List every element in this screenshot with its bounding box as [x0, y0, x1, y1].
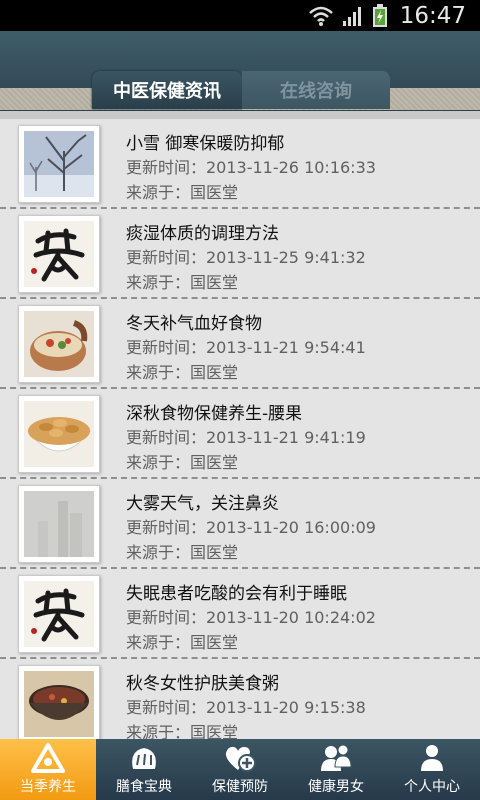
nav-label: 膳食宝典	[116, 779, 172, 795]
cashew-bowl-icon	[24, 401, 94, 467]
nav-seasonal-health[interactable]: 当季养生	[0, 739, 96, 800]
foggy-city-icon	[24, 491, 94, 557]
list-item[interactable]: 冬天补气血好食物 更新时间：2013-11-21 9:54:41 来源于：国医堂	[0, 299, 480, 389]
article-title: 大雾天气，关注鼻炎	[126, 494, 279, 514]
status-icons: 16:47	[308, 0, 466, 31]
article-source: 来源于：国医堂	[126, 723, 239, 739]
article-update-time: 更新时间：2013-11-20 16:00:09	[126, 518, 376, 537]
article-source: 来源于：国医堂	[126, 633, 239, 652]
soup-pot-icon	[24, 311, 94, 377]
article-title: 痰湿体质的调理方法	[126, 224, 279, 244]
article-source: 来源于：国医堂	[126, 453, 239, 472]
article-thumbnail	[18, 395, 100, 473]
list-item[interactable]: 小雪 御寒保暖防抑郁 更新时间：2013-11-26 10:16:33 来源于：…	[0, 119, 480, 209]
article-title: 深秋食物保健养生-腰果	[126, 404, 303, 424]
nav-personal-center[interactable]: 个人中心	[384, 739, 480, 800]
list-item[interactable]: 痰湿体质的调理方法 更新时间：2013-11-25 9:41:32 来源于：国医…	[0, 209, 480, 299]
article-list[interactable]: 小雪 御寒保暖防抑郁 更新时间：2013-11-26 10:16:33 来源于：…	[0, 119, 480, 739]
article-update-time: 更新时间：2013-11-25 9:41:32	[126, 248, 366, 267]
nav-label: 保健预防	[212, 779, 268, 795]
article-update-time: 更新时间：2013-11-21 9:41:19	[126, 428, 366, 447]
couple-icon	[321, 744, 352, 771]
article-thumbnail	[18, 215, 100, 293]
article-title: 秋冬女性护肤美食粥	[126, 674, 279, 694]
article-source: 来源于：国医堂	[126, 273, 239, 292]
nav-health-prevention[interactable]: 保健预防	[192, 739, 288, 800]
article-source: 来源于：国医堂	[126, 543, 239, 562]
snowy-tree-icon	[24, 131, 94, 197]
nav-label: 个人中心	[404, 779, 460, 795]
article-title: 小雪 御寒保暖防抑郁	[126, 134, 285, 154]
person-icon	[421, 745, 443, 771]
status-time: 16:47	[399, 2, 466, 29]
nav-health-men-women[interactable]: 健康男女	[288, 739, 384, 800]
bread-icon	[132, 748, 156, 769]
list-item[interactable]: 深秋食物保健养生-腰果 更新时间：2013-11-21 9:41:19 来源于：…	[0, 389, 480, 479]
article-thumbnail	[18, 305, 100, 383]
battery-charging-icon	[372, 3, 387, 27]
nav-label: 当季养生	[20, 779, 76, 795]
porridge-bowl-icon	[24, 671, 94, 737]
bottom-nav: 当季养生 膳食宝典 保健预防 健康男女 个人中心	[0, 739, 480, 800]
tab-health-news[interactable]: 中医保健资讯	[92, 71, 242, 109]
article-update-time: 更新时间：2013-11-26 10:16:33	[126, 158, 376, 177]
article-thumbnail	[18, 125, 100, 203]
tea-calligraphy-icon	[24, 581, 94, 647]
heart-plus-icon	[225, 746, 256, 772]
article-thumbnail	[18, 665, 100, 739]
article-title: 冬天补气血好食物	[126, 314, 262, 334]
nav-label: 健康男女	[308, 779, 364, 795]
list-item[interactable]: 秋冬女性护肤美食粥 更新时间：2013-11-20 9:15:38 来源于：国医…	[0, 659, 480, 739]
status-bar: 16:47	[0, 0, 480, 31]
article-thumbnail	[18, 485, 100, 563]
nav-diet-guide[interactable]: 膳食宝典	[96, 739, 192, 800]
list-item[interactable]: 失眠患者吃酸的会有利于睡眠 更新时间：2013-11-20 10:24:02 来…	[0, 569, 480, 659]
article-source: 来源于：国医堂	[126, 363, 239, 382]
signal-icon	[342, 6, 361, 26]
article-source: 来源于：国医堂	[126, 183, 239, 202]
article-update-time: 更新时间：2013-11-21 9:54:41	[126, 338, 366, 357]
article-thumbnail	[18, 575, 100, 653]
wifi-icon	[308, 6, 333, 26]
article-title: 失眠患者吃酸的会有利于睡眠	[126, 584, 347, 604]
season-triangle-icon	[31, 743, 65, 773]
tea-calligraphy-icon	[24, 221, 94, 287]
article-update-time: 更新时间：2013-11-20 9:15:38	[126, 698, 366, 717]
list-item[interactable]: 大雾天气，关注鼻炎 更新时间：2013-11-20 16:00:09 来源于：国…	[0, 479, 480, 569]
tab-online-consult[interactable]: 在线咨询	[242, 71, 390, 109]
article-update-time: 更新时间：2013-11-20 10:24:02	[126, 608, 376, 627]
